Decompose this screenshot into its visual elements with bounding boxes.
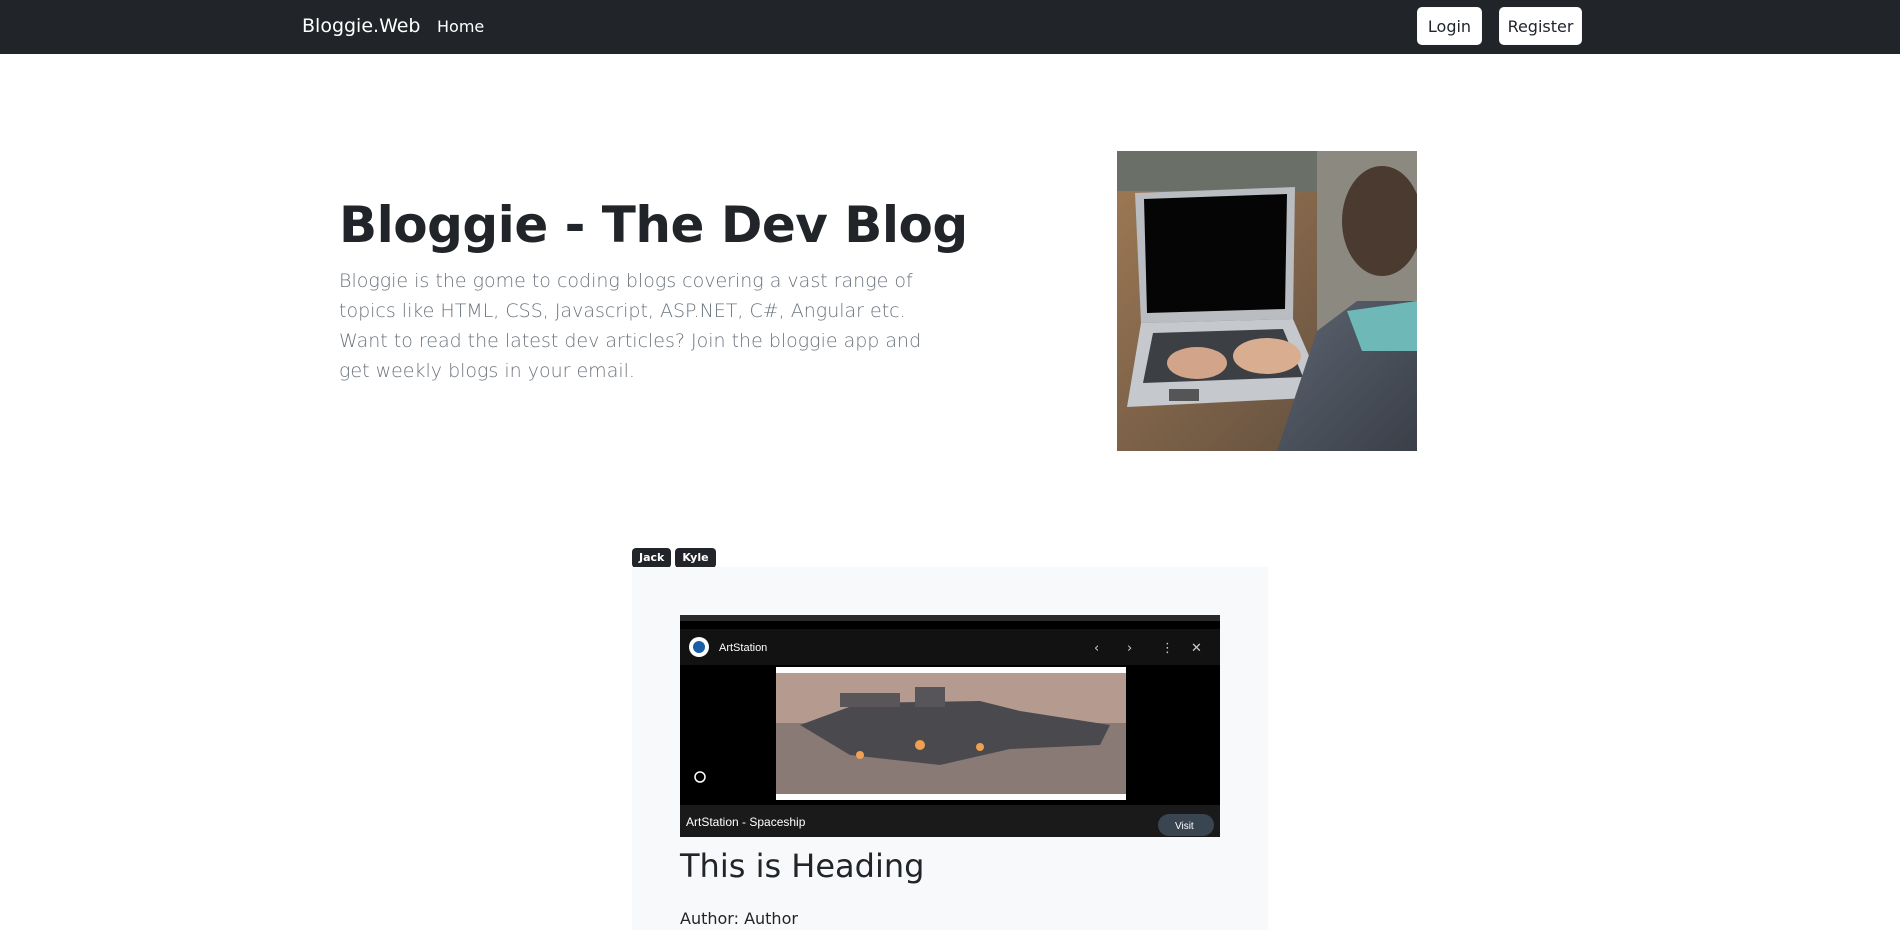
nav-link-home[interactable]: Home — [437, 17, 484, 36]
tag-badge[interactable]: Jack — [632, 548, 672, 568]
brand-link[interactable]: Bloggie.Web — [302, 15, 421, 37]
hero-description: Bloggie is the gome to coding blogs cove… — [339, 270, 922, 382]
laptop-photo-illustration — [1117, 151, 1417, 451]
artstation-screenshot-image: ArtStation ‹ › ⋮ ✕ ArtStation - Spaceshi… — [680, 615, 1220, 837]
svg-text:‹: ‹ — [1094, 641, 1099, 656]
post-featured-image[interactable]: ArtStation ‹ › ⋮ ✕ ArtStation - Spaceshi… — [680, 615, 1220, 837]
login-button[interactable]: Login — [1417, 7, 1482, 45]
svg-text:⋮: ⋮ — [1161, 641, 1174, 656]
image-caption: ArtStation - Spaceship — [686, 815, 806, 829]
post-author: Author: Author — [680, 909, 798, 928]
image-visit-label: Visit — [1175, 821, 1194, 832]
svg-text:›: › — [1127, 641, 1132, 656]
top-navbar: Bloggie.Web Home Login Register — [0, 0, 1900, 54]
blog-post-card: ArtStation ‹ › ⋮ ✕ ArtStation - Spaceshi… — [632, 567, 1268, 930]
hero-image-laptop — [1117, 151, 1417, 451]
tag-badge[interactable]: Kyle — [675, 548, 716, 568]
post-heading[interactable]: This is Heading — [680, 847, 924, 885]
image-source-name: ArtStation — [719, 642, 767, 654]
register-button[interactable]: Register — [1499, 7, 1582, 45]
hero-title: Bloggie - The Dev Blog — [339, 196, 968, 254]
svg-text:✕: ✕ — [1191, 641, 1202, 656]
post-tags: Jack Kyle — [632, 548, 716, 568]
